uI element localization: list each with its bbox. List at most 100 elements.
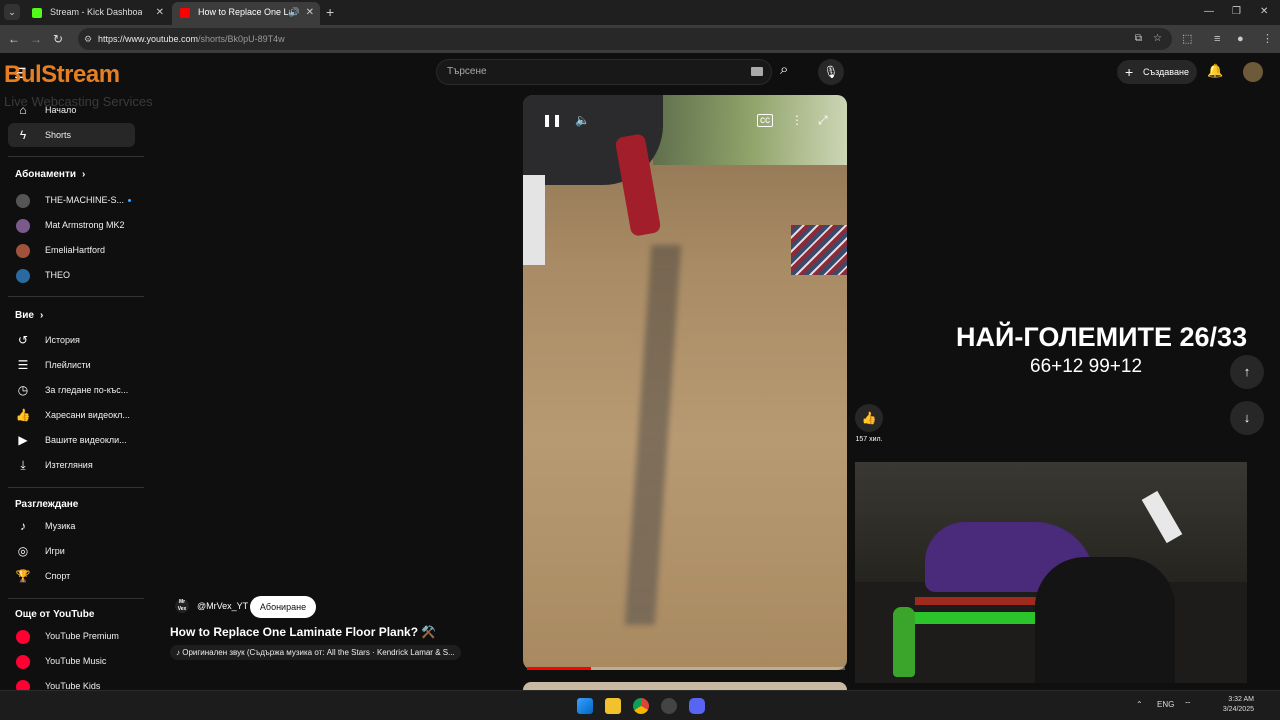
keyboard-icon[interactable] (751, 67, 763, 76)
notifications-bell-icon[interactable]: 🔔 (1207, 63, 1223, 79)
sidebar-item-channel[interactable]: THE-MACHINE-S... (8, 188, 135, 212)
you-heading[interactable]: Вие › (15, 310, 43, 321)
tab-title: Stream - Kick Dashboard (50, 7, 142, 17)
tab-search-button[interactable]: ⌄ (4, 4, 20, 20)
close-window-button[interactable]: ✕ (1260, 3, 1268, 21)
more-options-icon[interactable]: ⋮ (791, 113, 803, 127)
back-button[interactable]: ← (5, 30, 23, 48)
extensions-icon[interactable]: ⬚ (1182, 30, 1192, 48)
channel-avatar (16, 219, 30, 233)
sidebar-item-shorts[interactable]: ϟ Shorts (8, 123, 135, 147)
bookmark-star-icon[interactable]: ☆ (1153, 28, 1162, 50)
sidebar-item-music[interactable]: ♪ Музика (8, 514, 135, 538)
close-tab-icon[interactable]: ✕ (156, 2, 164, 23)
bulstream-watermark-logo: BulStream (4, 61, 120, 88)
channel-avatar (16, 194, 30, 208)
url-host: https://www.youtube.com (98, 34, 199, 44)
sidebar-item-label: Музика (45, 521, 76, 531)
sidebar-item-your-videos[interactable]: ▶ Вашите видеокли... (8, 428, 135, 452)
sidebar-item-label: Mat Armstrong MK2 (45, 220, 125, 230)
network-icon[interactable]: ⌔ (1184, 700, 1192, 710)
tray-chevron-icon[interactable]: ⌃ (1136, 700, 1143, 709)
language-indicator[interactable]: ENG (1157, 700, 1174, 709)
sidebar-item-downloads[interactable]: ⤓ Изтегляния (8, 453, 135, 477)
video-progress-fill (527, 667, 591, 670)
sound-chip[interactable]: ♪ Оригинален звук (Съдържа музика от: Al… (170, 645, 461, 660)
trophy-icon: 🏆 (15, 569, 31, 583)
next-short-button[interactable]: ↓ (1230, 401, 1264, 435)
plus-icon: + (1125, 64, 1134, 80)
sidebar-item-label: Спорт (45, 571, 71, 581)
minimize-button[interactable]: — (1204, 3, 1214, 21)
discord-icon[interactable] (689, 698, 705, 714)
sidebar-item-sports[interactable]: 🏆 Спорт (8, 564, 135, 588)
speaker-icon[interactable]: 🔊 (289, 2, 300, 23)
reload-button[interactable]: ↻ (49, 30, 67, 48)
search-input[interactable]: Търсене (436, 59, 772, 85)
cast-icon[interactable]: ⧉ (1135, 28, 1142, 50)
sidebar-item-playlists[interactable]: ☰ Плейлисти (8, 353, 135, 377)
like-icon: 👍 (15, 408, 31, 422)
avatar[interactable] (1243, 62, 1263, 82)
new-tab-button[interactable]: + (326, 3, 334, 21)
sidebar-item-label: Вашите видеокли... (45, 435, 127, 445)
stream-overlay-title: НАЙ-ГОЛЕМИТЕ 26/33 (956, 322, 1248, 352)
tab-youtube-short[interactable]: How to Replace One Lamin 🔊 ✕ (172, 2, 320, 25)
video-icon: ▶ (18, 433, 28, 447)
profile-icon[interactable]: ● (1237, 30, 1244, 48)
channel-name[interactable]: @MrVex_YT (197, 601, 248, 611)
sidebar-item-label: EmeliaHartford (45, 245, 106, 255)
captions-icon[interactable]: cc (757, 114, 773, 127)
like-count: 157 хил. (855, 436, 883, 443)
webcam-red-stripe (915, 597, 1045, 605)
sidebar: ⌂ Начало ϟ Shorts Абонаменти › THE-MACHIN… (0, 96, 145, 694)
arrow-down-icon: ↓ (1243, 410, 1251, 425)
sidebar-item-history[interactable]: ↺ История (8, 328, 135, 352)
divider (8, 156, 144, 157)
forward-button[interactable]: → (27, 30, 45, 48)
sidebar-item-youtube-premium[interactable]: YouTube Premium (8, 624, 135, 648)
sidebar-item-youtube-music[interactable]: YouTube Music (8, 649, 135, 673)
obs-icon[interactable] (661, 698, 677, 714)
sidebar-item-liked[interactable]: 👍 Харесани видеокл... (8, 403, 135, 427)
pause-icon[interactable]: ❚❚ (542, 113, 562, 127)
address-toolbar: ← → ↻ ⚙ https://www.youtube.com/shorts/B… (0, 25, 1280, 53)
sidebar-item-label: THEO (45, 270, 71, 280)
media-control-icon[interactable]: ≡ (1214, 30, 1220, 48)
sidebar-item-gaming[interactable]: ◎ Игри (8, 539, 135, 563)
file-explorer-icon[interactable] (605, 698, 621, 714)
channel-avatar[interactable]: Mr Vex (175, 599, 189, 613)
fullscreen-icon[interactable]: ⤢ (818, 113, 828, 128)
tab-kick-dashboard[interactable]: Stream - Kick Dashboard ✕ (24, 2, 170, 25)
sidebar-item-home[interactable]: ⌂ Начало (8, 98, 135, 122)
sidebar-item-channel[interactable]: Mat Armstrong MK2 (8, 213, 135, 237)
close-tab-icon[interactable]: ✕ (306, 2, 314, 23)
site-info-icon[interactable]: ⚙ (84, 28, 92, 50)
chevron-right-icon: › (39, 310, 44, 321)
create-button[interactable]: + Създаване (1117, 60, 1197, 84)
system-clock[interactable]: 3:32 AM 3/24/2025 (1212, 695, 1254, 715)
music-icon: ♪ (20, 519, 26, 533)
windows-start-icon[interactable] (577, 698, 593, 714)
kick-favicon-icon (32, 8, 42, 18)
maximize-button[interactable]: ❐ (1232, 3, 1241, 21)
volume-icon[interactable]: 🔈 (575, 113, 590, 127)
shorts-video-player[interactable]: ❚❚ 🔈 cc ⋮ ⤢ (523, 95, 847, 670)
browser-menu-icon[interactable]: ⋮ (1262, 30, 1273, 48)
microphone-icon[interactable]: 🎙 (818, 59, 844, 85)
like-button[interactable]: 👍 (855, 404, 883, 432)
subscribe-button[interactable]: Абониране (250, 596, 316, 618)
youtube-music-icon (16, 655, 30, 669)
video-progress-bar[interactable] (527, 667, 845, 670)
sidebar-item-channel[interactable]: THEO (8, 263, 135, 287)
subscriptions-heading[interactable]: Абонаменти › (15, 169, 85, 180)
search-icon[interactable]: ⌕ (780, 61, 788, 78)
sidebar-item-channel[interactable]: EmeliaHartford (8, 238, 135, 262)
sidebar-item-watch-later[interactable]: ◷ За гледане по-къс... (8, 378, 135, 402)
chrome-icon[interactable] (633, 698, 649, 714)
url-bar[interactable]: ⚙ https://www.youtube.com/shorts/Bk0pU-8… (78, 28, 1172, 50)
taskbar: ⌃ ENG ⌔ 3:32 AM 3/24/2025 (0, 690, 1280, 720)
video-title[interactable]: How to Replace One Laminate Floor Plank?… (170, 625, 436, 639)
previous-short-button[interactable]: ↑ (1230, 355, 1264, 389)
video-frame-dust-line (624, 245, 682, 625)
